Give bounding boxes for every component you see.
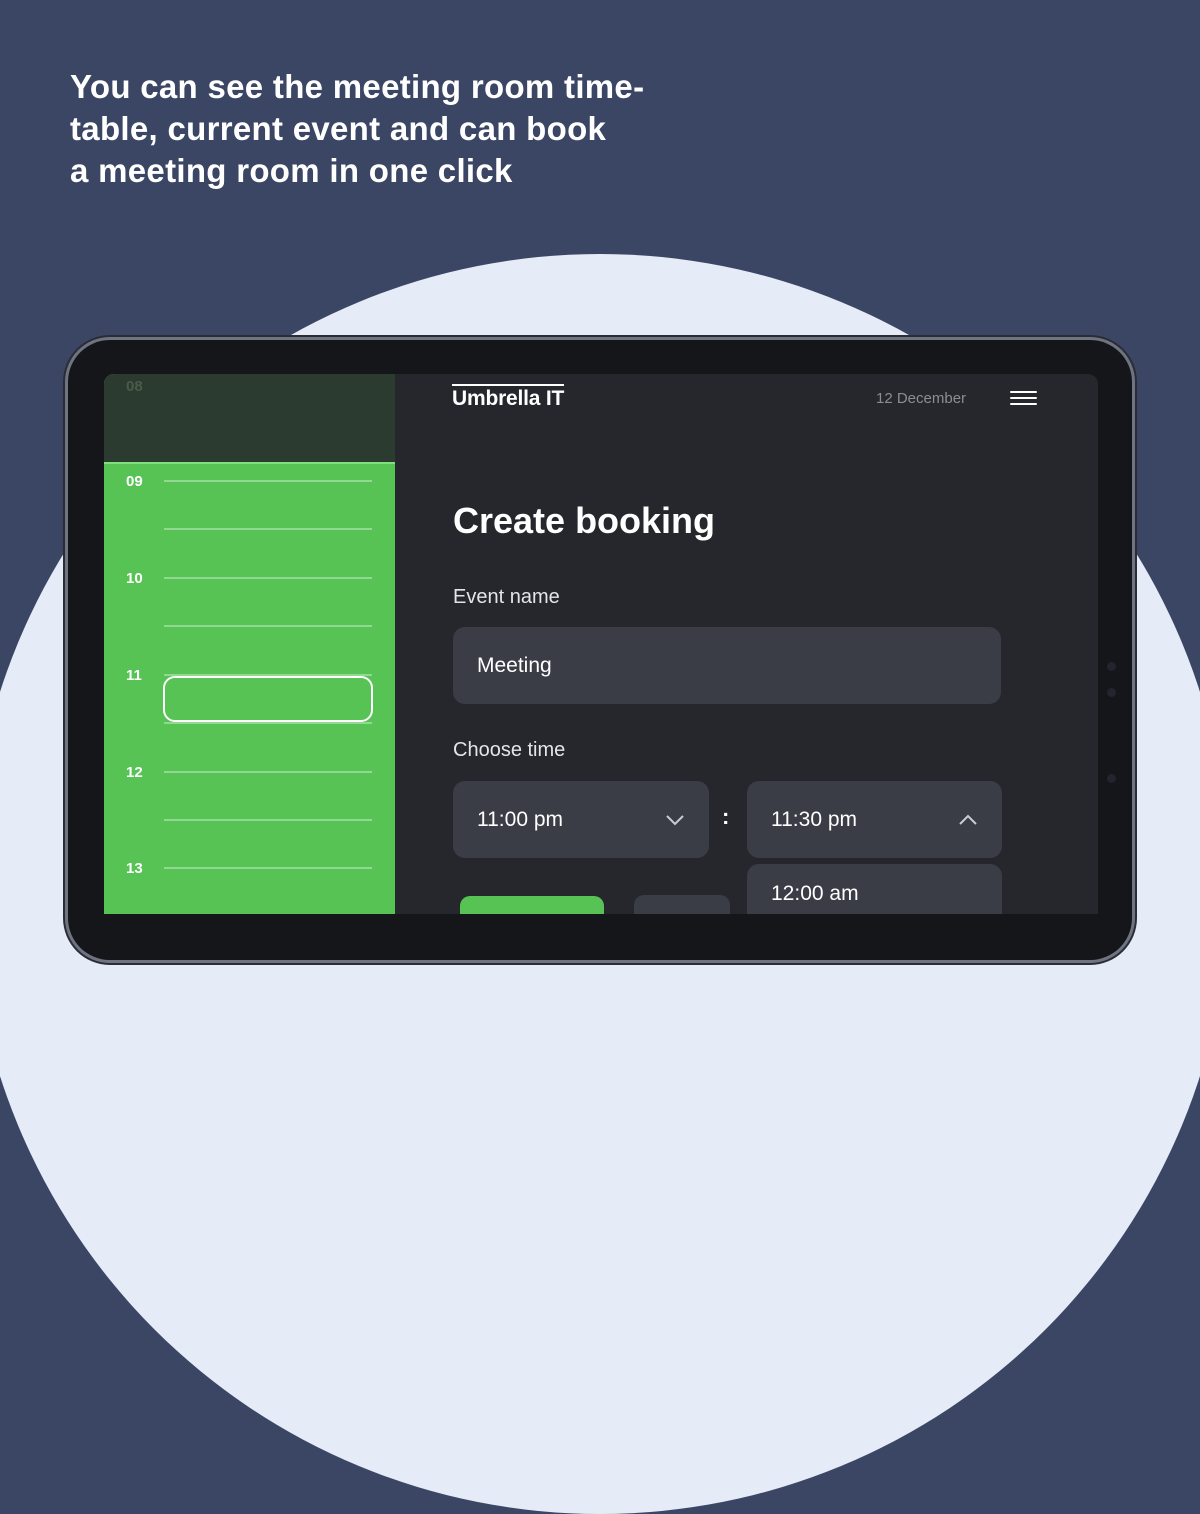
headline-line-1: You can see the meeting room time-	[70, 68, 645, 105]
hour-line	[164, 577, 372, 579]
page-title: Create booking	[453, 500, 716, 541]
headline-line-3: a meeting room in one click	[70, 152, 513, 189]
event-name-label: Event name	[453, 586, 560, 608]
half-hour-line	[164, 722, 372, 724]
headline: You can see the meeting room time- table…	[70, 66, 750, 192]
cancel-button[interactable]	[634, 895, 730, 914]
sensor-dot	[1107, 774, 1116, 783]
half-hour-line	[164, 819, 372, 821]
hamburger-menu-icon[interactable]	[1010, 391, 1037, 407]
choose-time-label: Choose time	[453, 739, 566, 761]
current-date: 12 December	[876, 390, 967, 407]
chevron-up-icon	[959, 814, 977, 825]
hour-label: 08	[126, 378, 143, 395]
app-logo: Umbrella IT	[452, 384, 564, 410]
end-time-option[interactable]: 12:00 am	[747, 864, 1002, 914]
sensor-dot	[1107, 688, 1116, 697]
hour-label: 13	[126, 860, 143, 877]
start-time-value: 11:00 pm	[477, 807, 563, 831]
half-hour-line	[164, 625, 372, 627]
start-time-select[interactable]: 11:00 pm	[453, 781, 709, 858]
end-time-select[interactable]: 11:30 pm	[747, 781, 1002, 858]
camera-dot	[1107, 662, 1116, 671]
end-time-value: 11:30 pm	[771, 807, 857, 831]
hour-label: 11	[126, 667, 142, 684]
headline-line-2: table, current event and can book	[70, 110, 607, 147]
event-name-input[interactable]	[453, 627, 1001, 704]
past-time-block	[104, 374, 395, 464]
app-screen: 08 09 10 11 12 13 Umbrella IT 12 Decembe…	[104, 374, 1098, 914]
selected-time-slot[interactable]	[163, 676, 373, 722]
time-separator: :	[722, 804, 730, 829]
hour-label: 10	[126, 570, 143, 587]
hour-line	[164, 480, 372, 482]
half-hour-line	[164, 528, 372, 530]
hour-line	[164, 771, 372, 773]
hour-line	[164, 867, 372, 869]
chevron-down-icon	[666, 814, 684, 825]
timeline-panel[interactable]: 08 09 10 11 12 13	[104, 374, 395, 914]
hour-label: 09	[126, 473, 143, 490]
create-booking-button[interactable]	[460, 896, 604, 914]
hour-label: 12	[126, 764, 143, 781]
